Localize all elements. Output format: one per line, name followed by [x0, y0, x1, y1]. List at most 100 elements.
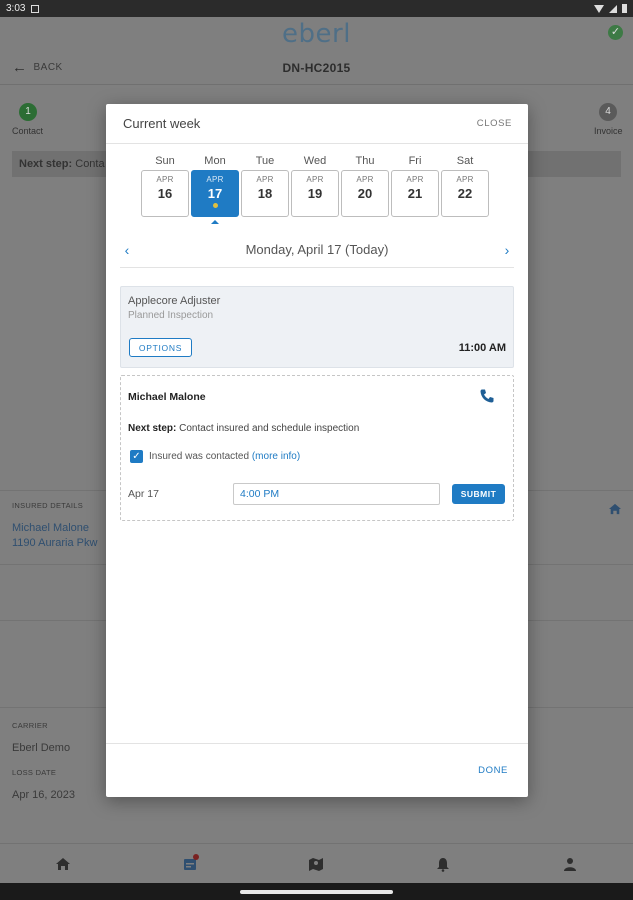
phone-icon[interactable]	[479, 388, 495, 404]
status-bar: 3:03	[0, 0, 633, 17]
back-button[interactable]: ← BACK	[12, 59, 63, 76]
insured-name-link[interactable]: Michael Malone	[12, 522, 89, 534]
day-month: APR	[206, 175, 224, 184]
day-name: Sat	[456, 155, 474, 167]
modal-header: Current week CLOSE	[106, 104, 528, 144]
date-navigator: ‹ Monday, April 17 (Today) ›	[120, 232, 514, 268]
day-mon[interactable]: Mon APR 17	[191, 154, 239, 224]
day-number: 17	[207, 186, 223, 201]
done-button[interactable]: DONE	[478, 765, 508, 776]
day-number: 21	[407, 186, 423, 201]
day-month: APR	[156, 175, 174, 184]
day-wed[interactable]: Wed APR 19	[291, 154, 339, 224]
next-step-text: Conta	[75, 158, 105, 170]
day-card[interactable]: APR 22	[441, 170, 489, 217]
modal-footer: DONE	[106, 743, 528, 797]
day-card-selected[interactable]: APR 17	[191, 170, 239, 217]
carrier-label: CARRIER	[12, 721, 48, 730]
time-input[interactable]: 4:00 PM	[233, 483, 440, 505]
claim-id: DN-HC2015	[282, 60, 351, 75]
home-gesture-bar[interactable]	[240, 890, 393, 894]
task-card: Michael Malone Next step: Contact insure…	[120, 375, 514, 521]
loss-date-value: Apr 16, 2023	[12, 789, 75, 801]
selected-caret-icon	[211, 220, 219, 224]
chevron-right-icon[interactable]: ›	[500, 242, 514, 258]
task-date: Apr 17	[128, 488, 159, 500]
day-card[interactable]: APR 19	[291, 170, 339, 217]
carrier-value: Eberl Demo	[12, 742, 71, 754]
bell-icon[interactable]	[431, 854, 455, 874]
insured-contacted-checkbox[interactable]: ✓	[130, 450, 143, 463]
day-name: Fri	[408, 155, 422, 167]
gesture-area	[0, 883, 633, 900]
claim-header: ← BACK DN-HC2015	[0, 51, 633, 85]
calendar-icon[interactable]	[178, 853, 202, 874]
day-name: Sun	[155, 155, 175, 167]
task-insured-name: Michael Malone	[128, 391, 206, 403]
event-card[interactable]: Applecore Adjuster Planned Inspection OP…	[120, 286, 514, 368]
checkbox-label-text: Insured was contacted	[149, 451, 250, 462]
day-name: Tue	[255, 155, 275, 167]
day-month: APR	[306, 175, 324, 184]
task-next-step-text: Contact insured and schedule inspection	[179, 423, 360, 434]
step-4-circle[interactable]: 4	[599, 103, 617, 121]
notification-badge	[192, 853, 199, 860]
battery-icon	[622, 4, 627, 13]
chevron-left-icon[interactable]: ‹	[120, 242, 134, 258]
day-fri[interactable]: Fri APR 21	[391, 154, 439, 224]
signal-icon	[609, 4, 617, 13]
day-number: 19	[307, 186, 323, 201]
person-icon[interactable]	[558, 854, 582, 874]
time-input-value: 4:00 PM	[240, 488, 280, 500]
day-tue[interactable]: Tue APR 18	[241, 154, 289, 224]
day-card[interactable]: APR 16	[141, 170, 189, 217]
status-time: 3:03	[6, 3, 26, 14]
step-1-circle[interactable]: 1	[19, 103, 37, 121]
task-next-step-prefix: Next step:	[128, 423, 177, 434]
home-address-icon[interactable]	[608, 502, 622, 515]
event-subtitle: Planned Inspection	[128, 310, 214, 321]
week-day-selector: Sun APR 16 Mon APR 17 Tue APR 18 Wed APR…	[141, 154, 489, 224]
day-number: 20	[357, 186, 373, 201]
day-sun[interactable]: Sun APR 16	[141, 154, 189, 224]
modal-title: Current week	[123, 116, 201, 131]
event-dot-icon	[212, 203, 218, 208]
day-number: 22	[457, 186, 473, 201]
app-header: eberl ✓	[0, 17, 633, 51]
day-card[interactable]: APR 21	[391, 170, 439, 217]
wifi-icon	[594, 4, 604, 13]
step-4-label: Invoice	[594, 126, 623, 136]
day-name: Wed	[303, 155, 327, 167]
day-number: 18	[257, 186, 273, 201]
day-card[interactable]: APR 20	[341, 170, 389, 217]
submit-button[interactable]: SUBMIT	[452, 484, 505, 504]
day-number: 16	[157, 186, 173, 201]
options-button[interactable]: OPTIONS	[129, 338, 192, 357]
insured-details-label: INSURED DETAILS	[12, 501, 84, 510]
more-info-link[interactable]: (more info)	[252, 451, 300, 462]
day-name: Thu	[355, 155, 375, 167]
notification-icon	[31, 4, 40, 13]
day-month: APR	[456, 175, 474, 184]
week-modal: Current week CLOSE Sun APR 16 Mon APR 17…	[106, 104, 528, 797]
day-month: APR	[256, 175, 274, 184]
day-name: Mon	[204, 155, 226, 167]
back-label: BACK	[33, 62, 63, 73]
day-month: APR	[406, 175, 424, 184]
insured-address-link[interactable]: 1190 Auraria Pkw	[12, 537, 97, 549]
next-step-prefix: Next step:	[19, 158, 73, 170]
map-icon[interactable]	[304, 854, 328, 874]
day-month: APR	[356, 175, 374, 184]
close-button[interactable]: CLOSE	[477, 118, 512, 129]
arrow-left-icon: ←	[12, 59, 28, 76]
event-time: 11:00 AM	[458, 342, 506, 354]
current-date-label: Monday, April 17 (Today)	[245, 242, 389, 257]
bottom-nav	[0, 843, 633, 883]
eberl-logo: eberl	[282, 19, 351, 49]
day-thu[interactable]: Thu APR 20	[341, 154, 389, 224]
day-sat[interactable]: Sat APR 22	[441, 154, 489, 224]
day-card[interactable]: APR 18	[241, 170, 289, 217]
home-icon[interactable]	[51, 854, 75, 874]
task-next-step: Next step: Contact insured and schedule …	[128, 423, 359, 434]
sync-status-icon[interactable]: ✓	[608, 25, 623, 40]
